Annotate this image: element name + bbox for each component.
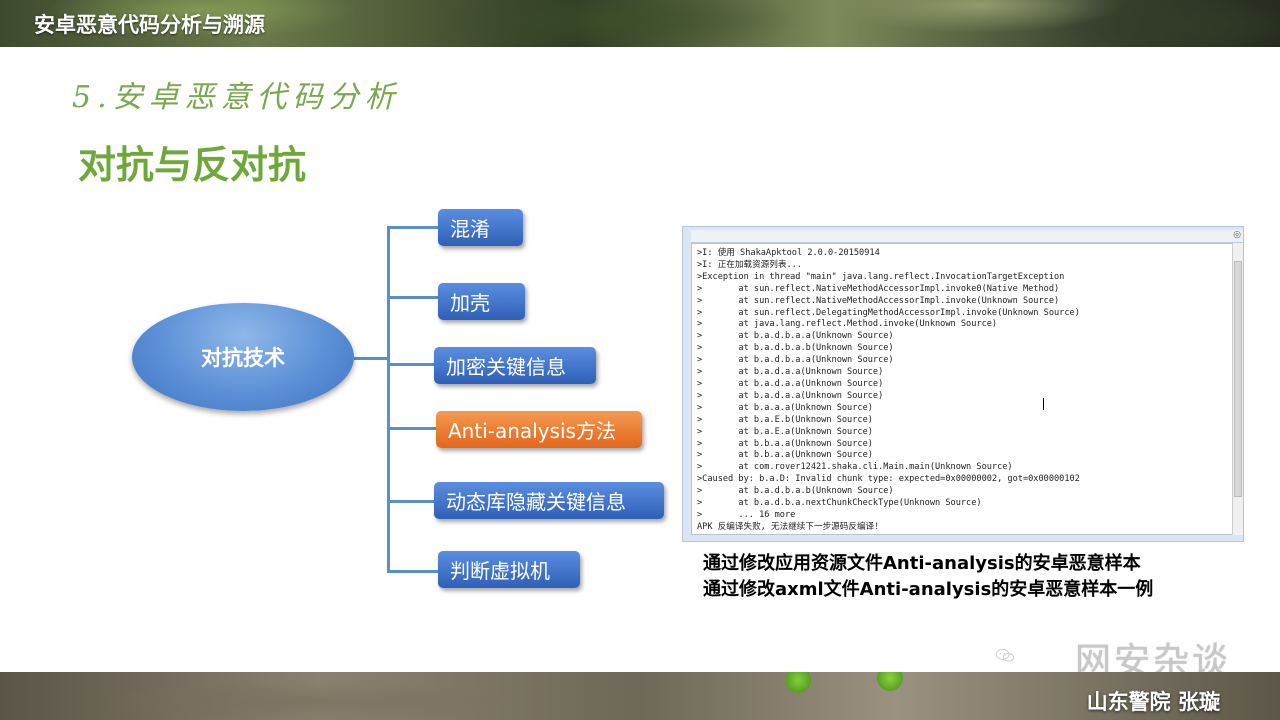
console-line: > at b.a.d.b.a.nextChunkCheckType(Unknow… [697, 498, 982, 509]
caption-1: 通过修改应用资源文件Anti-analysis的安卓恶意样本 [703, 553, 1141, 574]
console-line: > at b.a.d.b.a.a(Unknown Source) [697, 331, 894, 342]
node-packing: 加壳 [438, 283, 525, 320]
connector-branch [388, 226, 438, 229]
console-output: >I: 使用 ShakaApktool 2.0.0-20150914 >I: 正在… [691, 243, 1233, 535]
console-line: > at b.a.d.a.a(Unknown Source) [697, 367, 884, 378]
section-title: 5.安卓恶意代码分析 [72, 80, 401, 115]
console-line: > at b.a.d.b.a.b(Unknown Source) [697, 486, 894, 497]
connector-branch [388, 427, 436, 430]
console-line: > at b.a.E.b(Unknown Source) [697, 414, 873, 425]
console-toolbar: ◎ [691, 230, 1243, 243]
console-line: > at b.a.a.a(Unknown Source) [697, 402, 873, 413]
console-line: >I: 使用 ShakaApktool 2.0.0-20150914 [697, 248, 880, 258]
pin-icon: ◎ [1233, 230, 1241, 240]
node-encrypt-key-info: 加密关键信息 [434, 347, 596, 384]
console-screenshot: ◎ >I: 使用 ShakaApktool 2.0.0-20150914 >I: … [682, 226, 1244, 542]
connector-branch [388, 500, 434, 503]
console-line: > at b.a.d.a.a(Unknown Source) [697, 378, 884, 389]
center-node: 对抗技术 [132, 303, 354, 411]
console-lines: >I: 使用 ShakaApktool 2.0.0-20150914 >I: 正在… [697, 248, 1080, 534]
console-scrollbar[interactable] [1232, 243, 1243, 535]
connector-branch [388, 363, 434, 366]
node-vm-detect: 判断虚拟机 [438, 551, 580, 588]
console-line: >Exception in thread "main" java.lang.re… [697, 271, 1065, 282]
connector-horizontal [354, 357, 388, 360]
console-line: > at b.b.a.a(Unknown Source) [697, 438, 873, 449]
console-line: > at java.lang.reflect.Method.invoke(Unk… [697, 319, 998, 330]
header-banner: 安卓恶意代码分析与溯源 [0, 0, 1280, 47]
node-obfuscation: 混淆 [438, 209, 523, 246]
console-line: > at sun.reflect.NativeMethodAccessorImp… [697, 295, 1060, 306]
node-anti-analysis: Anti-analysis方法 [436, 411, 642, 448]
text-cursor [1043, 398, 1044, 410]
console-line: > at b.a.d.b.a.b(Unknown Source) [697, 343, 894, 354]
console-line: >Caused by: b.a.D: Invalid chunk type: e… [697, 474, 1080, 485]
console-line: APK 反编译失败, 无法继续下一步源码反编译! [697, 521, 880, 532]
console-line: > at b.a.E.a(Unknown Source) [697, 426, 873, 437]
console-line: > at b.b.a.a(Unknown Source) [697, 450, 873, 461]
caption-2: 通过修改axml文件Anti-analysis的安卓恶意样本一例 [703, 579, 1154, 600]
console-line: > at b.a.d.a.a(Unknown Source) [697, 390, 884, 401]
console-line: > at sun.reflect.NativeMethodAccessorImp… [697, 283, 1060, 294]
console-line: > ... 16 more [697, 509, 796, 520]
footer-author: 山东警院 张璇 [1086, 690, 1220, 714]
node-dynamic-lib-hide: 动态库隐藏关键信息 [434, 482, 664, 519]
console-line: > at com.rover12421.shaka.cli.Main.main(… [697, 462, 1013, 473]
connector-branch [388, 296, 438, 299]
console-line: > at b.a.d.b.a.a(Unknown Source) [697, 355, 894, 366]
console-line: > at sun.reflect.DelegatingMethodAccesso… [697, 307, 1080, 318]
console-line: >I: 正在加载资源列表... [697, 259, 802, 270]
header-title: 安卓恶意代码分析与溯源 [34, 13, 265, 37]
connector-branch [388, 570, 438, 573]
scrollbar-thumb[interactable] [1234, 261, 1242, 497]
connector-vertical [387, 226, 390, 573]
page-title: 对抗与反对抗 [78, 143, 307, 187]
